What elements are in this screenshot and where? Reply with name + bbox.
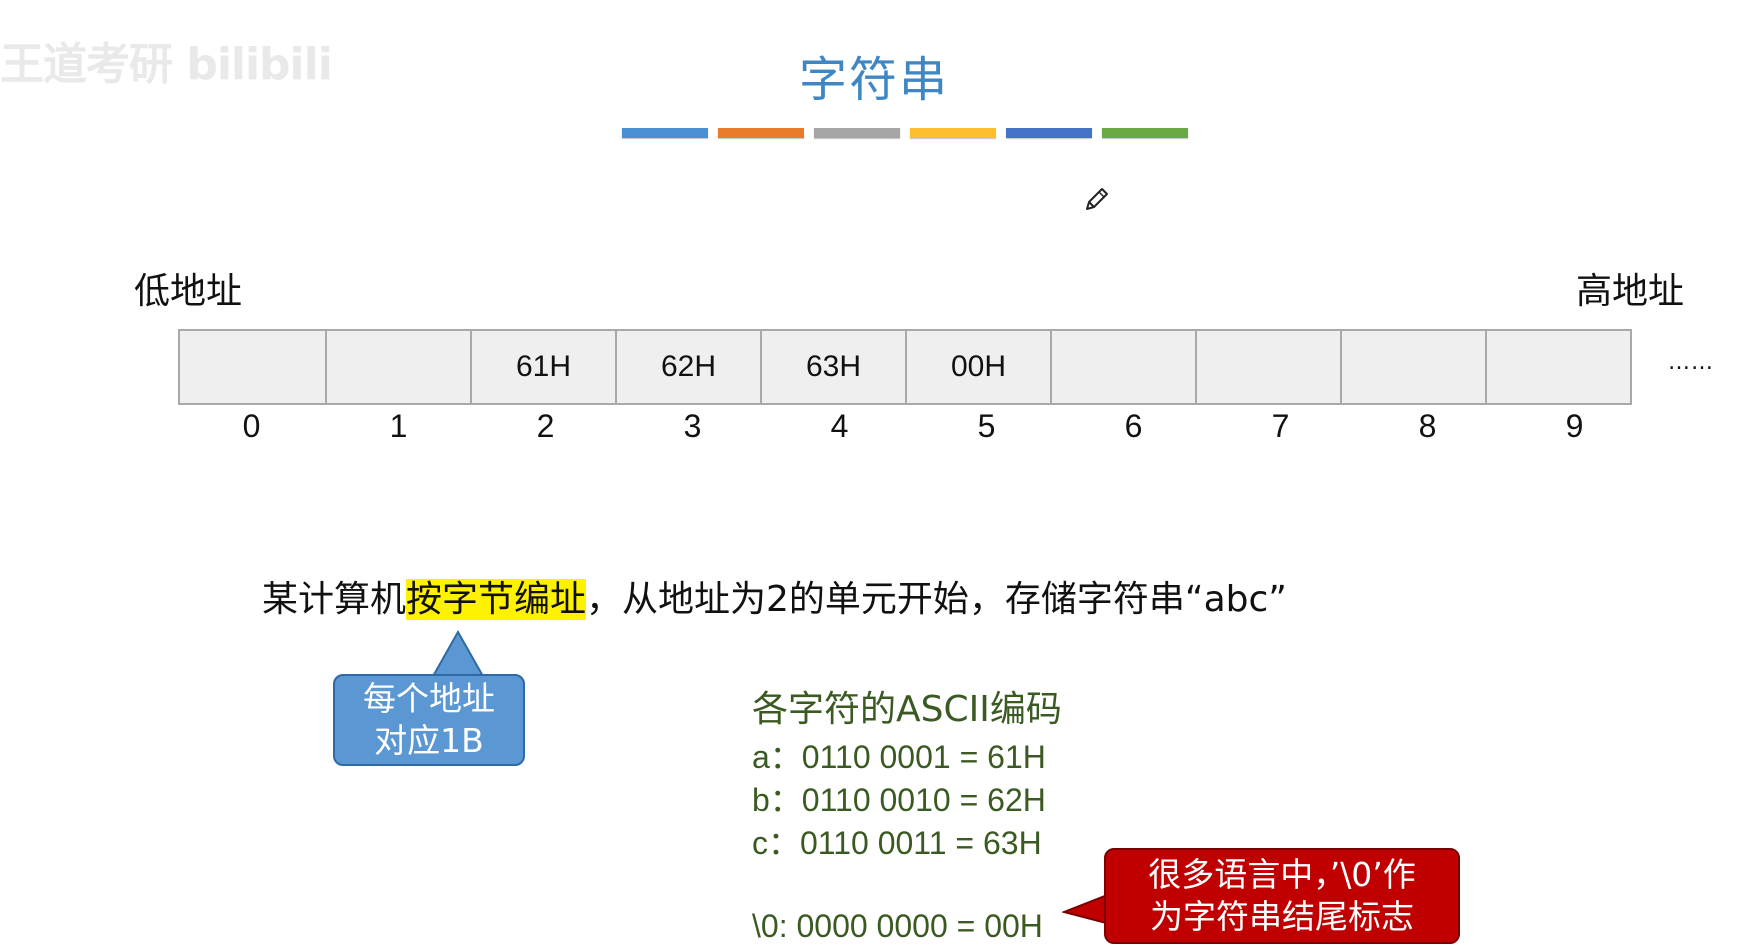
- statement-highlight: 按字节编址: [406, 579, 587, 620]
- pencil-icon: [1086, 188, 1108, 210]
- accent-bar: [718, 128, 804, 138]
- ascii-row: a：0110 0001 = 61H: [752, 739, 1046, 775]
- callout-red-line1: 很多语言中，’\0’作: [1148, 855, 1416, 894]
- accent-bar: [1006, 128, 1092, 138]
- address-index: 8: [1418, 408, 1437, 444]
- ascii-table: 各字符的ASCII编码 a：0110 0001 = 61H b：0110 001…: [752, 680, 1062, 948]
- address-index: 9: [1565, 408, 1584, 444]
- callout-red-line2: 为字符串结尾标志: [1150, 897, 1414, 936]
- memory-cell: [1485, 331, 1630, 403]
- accent-bar: [910, 128, 996, 138]
- memory-cell: [1195, 331, 1340, 403]
- low-address-label: 低地址: [134, 271, 243, 312]
- memory-cell: [1340, 331, 1485, 403]
- ascii-row: b：0110 0010 = 62H: [752, 782, 1046, 818]
- ascii-row: c：0110 0011 = 63H: [752, 825, 1042, 861]
- ellipsis: ……: [1668, 350, 1714, 375]
- address-index: 2: [536, 408, 555, 444]
- address-index: 6: [1124, 408, 1143, 444]
- page-title: 字符串: [798, 52, 949, 108]
- address-index: 5: [977, 408, 996, 444]
- callout-blue: 每个地址 对应1B: [333, 674, 525, 766]
- memory-cell: 00H: [905, 331, 1050, 403]
- memory-cell: [325, 331, 470, 403]
- callout-blue-line1: 每个地址: [363, 679, 495, 718]
- accent-bar: [1102, 128, 1188, 138]
- accent-bar: [622, 128, 708, 138]
- callout-red: 很多语言中，’\0’作 为字符串结尾标志: [1104, 848, 1460, 944]
- memory-cell: 61H: [470, 331, 615, 403]
- statement-prefix: 某计算机: [262, 579, 407, 620]
- accent-bars: [622, 128, 1188, 138]
- statement-suffix: ，从地址为2的单元开始，存储字符串“abc”: [586, 579, 1287, 620]
- ascii-row: \0: 0000 0000 = 00H: [752, 908, 1043, 944]
- high-address-label: 高地址: [1576, 271, 1685, 312]
- memory-cell: 63H: [760, 331, 905, 403]
- address-index: 3: [683, 408, 702, 444]
- address-index: 7: [1271, 408, 1290, 444]
- problem-statement: 某计算机按字节编址，从地址为2的单元开始，存储字符串“abc”: [262, 570, 1287, 622]
- address-index: 0: [242, 408, 261, 444]
- memory-cell: [180, 331, 325, 403]
- callout-blue-pointer: [430, 630, 487, 680]
- callout-blue-line2: 对应1B: [374, 721, 484, 760]
- ascii-heading: 各字符的ASCII编码: [752, 689, 1062, 730]
- memory-cells: 61H 62H 63H 00H: [178, 329, 1632, 405]
- memory-cell: 62H: [615, 331, 760, 403]
- address-index: 1: [389, 408, 408, 444]
- accent-bar: [814, 128, 900, 138]
- memory-cell: [1050, 331, 1195, 403]
- address-indices: 0 1 2 3 4 5 6 7 8 9: [178, 408, 1648, 445]
- address-index: 4: [830, 408, 849, 444]
